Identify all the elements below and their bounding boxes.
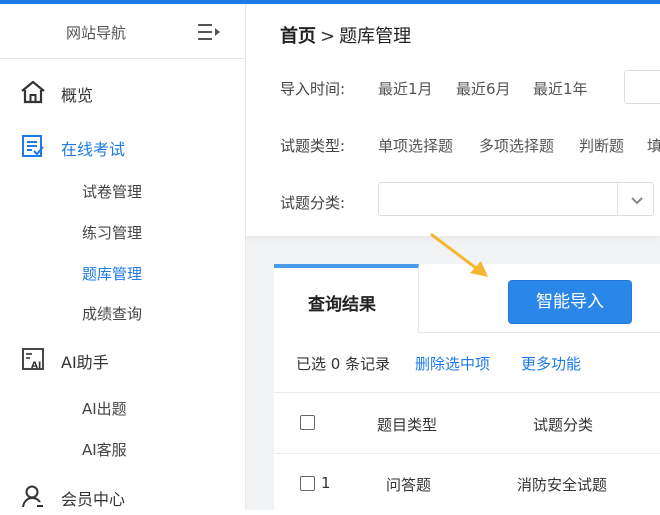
- sidebar-subitem-paper-manage[interactable]: 试卷管理: [0, 174, 246, 208]
- user-icon: [20, 483, 46, 509]
- sidebar-item-ai-assistant[interactable]: AI AI助手: [0, 338, 246, 378]
- sidebar-subitem-ai-questions[interactable]: AI出题: [0, 391, 246, 425]
- delete-selected-link[interactable]: 删除选中项: [415, 353, 490, 374]
- selection-toolbar: 已选 0 条记录 删除选中项 更多功能: [274, 333, 660, 393]
- sidebar-item-label: 概览: [61, 86, 94, 105]
- time-option-1-year[interactable]: 最近1年: [533, 78, 588, 99]
- sidebar-subitem-label: AI出题: [82, 400, 127, 418]
- sidebar-subitem-label: AI客服: [82, 441, 127, 459]
- column-header-category[interactable]: 试题分类: [533, 414, 593, 435]
- svg-text:AI: AI: [31, 361, 41, 371]
- sidebar-title: 网站导航: [66, 24, 127, 42]
- sidebar-header: 网站导航: [0, 4, 246, 59]
- smart-import-button[interactable]: 智能导入: [508, 280, 632, 324]
- select-divider: [617, 183, 618, 215]
- sidebar-subitem-question-bank[interactable]: 题库管理: [0, 256, 246, 290]
- table-row[interactable]: 1 问答题 消防安全试题: [274, 454, 660, 510]
- row-index: 1: [321, 474, 331, 492]
- category-select[interactable]: [378, 182, 654, 216]
- row-question-type: 问答题: [386, 476, 432, 494]
- sidebar: 网站导航 概览 在线考试 试卷管理 练习管理 题库管理 成绩查询 AI AI助手…: [0, 4, 246, 510]
- sidebar-item-overview[interactable]: 概览: [0, 71, 246, 111]
- table-header: 题目类型 试题分类: [274, 394, 660, 454]
- row-category: 消防安全试题: [517, 476, 608, 494]
- category-label: 试题分类:: [280, 194, 346, 212]
- sidebar-item-member-center[interactable]: 会员中心: [0, 475, 246, 515]
- breadcrumb-current: 题库管理: [339, 26, 412, 47]
- main-content: 首页 > 题库管理 导入时间: 最近1月 最近6月 最近1年 试题类型: 单项选择题…: [246, 4, 660, 510]
- sidebar-subitem-practice-manage[interactable]: 练习管理: [0, 215, 246, 249]
- exam-list-icon: [20, 133, 46, 159]
- column-header-type[interactable]: 题目类型: [377, 414, 437, 435]
- sidebar-item-online-exam[interactable]: 在线考试: [0, 125, 246, 165]
- select-all-checkbox[interactable]: [300, 415, 315, 430]
- time-option-6-months[interactable]: 最近6月: [456, 78, 511, 99]
- breadcrumb-home[interactable]: 首页: [280, 26, 316, 47]
- sidebar-subitem-label: 练习管理: [82, 224, 143, 242]
- selected-count: 已选 0 条记录: [296, 355, 391, 373]
- type-option-multi-choice[interactable]: 多项选择题: [479, 135, 554, 156]
- menu-collapse-icon[interactable]: [196, 22, 222, 42]
- question-type-label: 试题类型:: [280, 137, 346, 155]
- result-panel: 查询结果 智能导入 已选 0 条记录 删除选中项 更多功能 题目类型 试题分类 …: [274, 264, 660, 510]
- sidebar-item-label: AI助手: [61, 353, 109, 372]
- type-option-single-choice[interactable]: 单项选择题: [378, 135, 453, 156]
- filter-panel: 首页 > 题库管理 导入时间: 最近1月 最近6月 最近1年 试题类型: 单项选择题…: [246, 4, 660, 236]
- sidebar-subitem-ai-service[interactable]: AI客服: [0, 432, 246, 466]
- sidebar-item-label: 在线考试: [61, 140, 126, 159]
- chevron-down-icon: [629, 192, 645, 208]
- tab-query-results[interactable]: 查询结果: [274, 264, 419, 333]
- more-functions-link[interactable]: 更多功能: [521, 353, 581, 374]
- breadcrumb: 首页 > 题库管理: [280, 22, 411, 48]
- sidebar-subitem-label: 试卷管理: [82, 183, 143, 201]
- type-option-true-false[interactable]: 判断题: [579, 135, 624, 156]
- ai-icon: AI: [20, 346, 46, 372]
- home-icon: [20, 79, 46, 105]
- type-option-fill-blank[interactable]: 填: [647, 135, 660, 156]
- row-checkbox[interactable]: [300, 476, 315, 491]
- breadcrumb-separator: >: [320, 26, 336, 47]
- time-option-1-month[interactable]: 最近1月: [378, 78, 433, 99]
- tab-label: 查询结果: [308, 295, 376, 315]
- sidebar-item-label: 会员中心: [61, 490, 126, 509]
- import-time-label: 导入时间:: [280, 80, 346, 98]
- custom-time-input[interactable]: [624, 70, 660, 104]
- sidebar-subitem-label: 题库管理: [82, 265, 143, 283]
- sidebar-subitem-label: 成绩查询: [82, 305, 143, 323]
- sidebar-subitem-score-query[interactable]: 成绩查询: [0, 296, 246, 330]
